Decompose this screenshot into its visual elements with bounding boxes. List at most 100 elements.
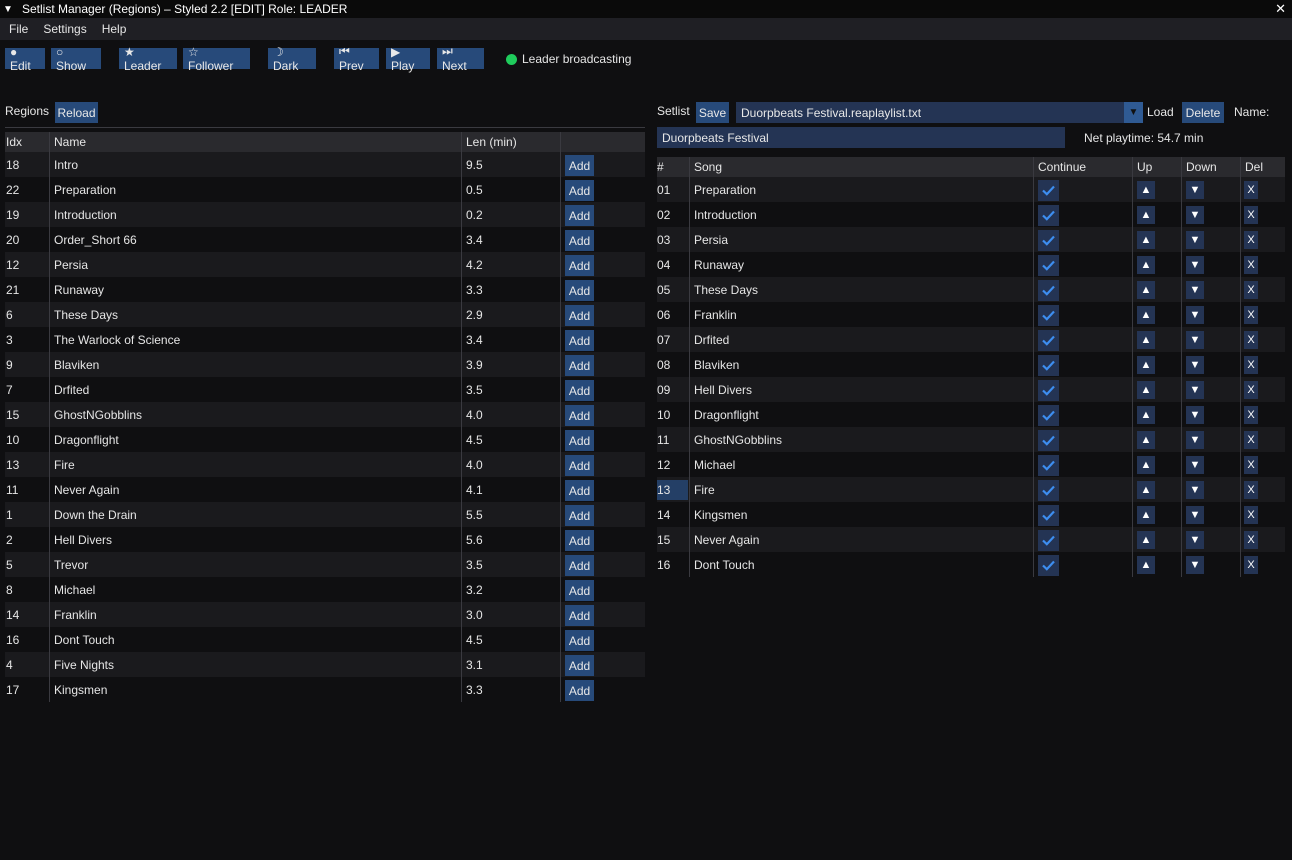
move-down-button[interactable]: ▼ xyxy=(1186,331,1204,349)
move-down-button[interactable]: ▼ xyxy=(1186,381,1204,399)
move-up-button[interactable]: ▲ xyxy=(1137,356,1155,374)
add-region-button[interactable]: Add xyxy=(565,530,594,551)
continue-checkbox[interactable] xyxy=(1038,380,1059,401)
delete-row-button[interactable]: X xyxy=(1244,556,1258,574)
move-down-button[interactable]: ▼ xyxy=(1186,431,1204,449)
add-region-button[interactable]: Add xyxy=(565,555,594,576)
edit-mode-button[interactable]: ● Edit xyxy=(5,45,45,73)
add-region-button[interactable]: Add xyxy=(565,230,594,251)
move-up-button[interactable]: ▲ xyxy=(1137,206,1155,224)
continue-checkbox[interactable] xyxy=(1038,355,1059,376)
add-region-button[interactable]: Add xyxy=(565,480,594,501)
continue-checkbox[interactable] xyxy=(1038,505,1059,526)
move-up-button[interactable]: ▲ xyxy=(1137,481,1155,499)
add-region-button[interactable]: Add xyxy=(565,280,594,301)
move-up-button[interactable]: ▲ xyxy=(1137,281,1155,299)
collapse-icon[interactable]: ▼ xyxy=(0,4,16,15)
delete-row-button[interactable]: X xyxy=(1244,406,1258,424)
menu-help[interactable]: Help xyxy=(102,22,127,36)
move-down-button[interactable]: ▼ xyxy=(1186,456,1204,474)
continue-checkbox[interactable] xyxy=(1038,530,1059,551)
dark-theme-button[interactable]: ☽ Dark xyxy=(268,45,316,73)
delete-row-button[interactable]: X xyxy=(1244,256,1258,274)
continue-checkbox[interactable] xyxy=(1038,180,1059,201)
delete-row-button[interactable]: X xyxy=(1244,456,1258,474)
move-down-button[interactable]: ▼ xyxy=(1186,231,1204,249)
follower-role-button[interactable]: ☆ Follower xyxy=(183,45,250,73)
continue-checkbox[interactable] xyxy=(1038,555,1059,576)
add-region-button[interactable]: Add xyxy=(565,355,594,376)
move-up-button[interactable]: ▲ xyxy=(1137,306,1155,324)
setlist-file-select[interactable]: Duorpbeats Festival.reaplaylist.txt ▼ xyxy=(736,102,1143,123)
prev-button[interactable]: ⏮ Prev xyxy=(334,44,379,73)
add-region-button[interactable]: Add xyxy=(565,255,594,276)
menu-file[interactable]: File xyxy=(9,22,28,36)
reload-button[interactable]: Reload xyxy=(55,102,98,123)
continue-checkbox[interactable] xyxy=(1038,455,1059,476)
close-icon[interactable]: ✕ xyxy=(1275,1,1286,17)
delete-row-button[interactable]: X xyxy=(1244,306,1258,324)
continue-checkbox[interactable] xyxy=(1038,330,1059,351)
move-up-button[interactable]: ▲ xyxy=(1137,256,1155,274)
delete-button[interactable]: Delete xyxy=(1182,102,1224,123)
move-down-button[interactable]: ▼ xyxy=(1186,281,1204,299)
continue-checkbox[interactable] xyxy=(1038,480,1059,501)
continue-checkbox[interactable] xyxy=(1038,230,1059,251)
continue-checkbox[interactable] xyxy=(1038,280,1059,301)
add-region-button[interactable]: Add xyxy=(565,505,594,526)
delete-row-button[interactable]: X xyxy=(1244,481,1258,499)
load-label[interactable]: Load xyxy=(1147,105,1174,119)
move-up-button[interactable]: ▲ xyxy=(1137,406,1155,424)
delete-row-button[interactable]: X xyxy=(1244,206,1258,224)
continue-checkbox[interactable] xyxy=(1038,405,1059,426)
add-region-button[interactable]: Add xyxy=(565,180,594,201)
move-down-button[interactable]: ▼ xyxy=(1186,481,1204,499)
add-region-button[interactable]: Add xyxy=(565,405,594,426)
delete-row-button[interactable]: X xyxy=(1244,231,1258,249)
save-button[interactable]: Save xyxy=(696,102,729,123)
move-down-button[interactable]: ▼ xyxy=(1186,306,1204,324)
add-region-button[interactable]: Add xyxy=(565,380,594,401)
add-region-button[interactable]: Add xyxy=(565,330,594,351)
add-region-button[interactable]: Add xyxy=(565,305,594,326)
move-down-button[interactable]: ▼ xyxy=(1186,556,1204,574)
move-down-button[interactable]: ▼ xyxy=(1186,356,1204,374)
add-region-button[interactable]: Add xyxy=(565,430,594,451)
delete-row-button[interactable]: X xyxy=(1244,506,1258,524)
next-button[interactable]: ⏭ Next xyxy=(437,44,484,73)
continue-checkbox[interactable] xyxy=(1038,205,1059,226)
move-up-button[interactable]: ▲ xyxy=(1137,431,1155,449)
delete-row-button[interactable]: X xyxy=(1244,331,1258,349)
move-up-button[interactable]: ▲ xyxy=(1137,506,1155,524)
move-up-button[interactable]: ▲ xyxy=(1137,556,1155,574)
delete-row-button[interactable]: X xyxy=(1244,281,1258,299)
continue-checkbox[interactable] xyxy=(1038,305,1059,326)
move-down-button[interactable]: ▼ xyxy=(1186,531,1204,549)
add-region-button[interactable]: Add xyxy=(565,630,594,651)
delete-row-button[interactable]: X xyxy=(1244,356,1258,374)
move-down-button[interactable]: ▼ xyxy=(1186,406,1204,424)
add-region-button[interactable]: Add xyxy=(565,455,594,476)
play-button[interactable]: ▶ Play xyxy=(386,45,430,73)
move-up-button[interactable]: ▲ xyxy=(1137,331,1155,349)
add-region-button[interactable]: Add xyxy=(565,680,594,701)
leader-role-button[interactable]: ★ Leader xyxy=(119,45,177,73)
move-up-button[interactable]: ▲ xyxy=(1137,456,1155,474)
continue-checkbox[interactable] xyxy=(1038,255,1059,276)
move-up-button[interactable]: ▲ xyxy=(1137,231,1155,249)
move-up-button[interactable]: ▲ xyxy=(1137,181,1155,199)
menu-settings[interactable]: Settings xyxy=(43,22,86,36)
delete-row-button[interactable]: X xyxy=(1244,531,1258,549)
move-up-button[interactable]: ▲ xyxy=(1137,381,1155,399)
continue-checkbox[interactable] xyxy=(1038,430,1059,451)
move-down-button[interactable]: ▼ xyxy=(1186,506,1204,524)
delete-row-button[interactable]: X xyxy=(1244,181,1258,199)
add-region-button[interactable]: Add xyxy=(565,205,594,226)
delete-row-button[interactable]: X xyxy=(1244,381,1258,399)
move-up-button[interactable]: ▲ xyxy=(1137,531,1155,549)
move-down-button[interactable]: ▼ xyxy=(1186,206,1204,224)
add-region-button[interactable]: Add xyxy=(565,655,594,676)
show-mode-button[interactable]: ○ Show xyxy=(51,45,101,73)
move-down-button[interactable]: ▼ xyxy=(1186,256,1204,274)
setlist-name-input[interactable]: Duorpbeats Festival xyxy=(657,127,1065,148)
